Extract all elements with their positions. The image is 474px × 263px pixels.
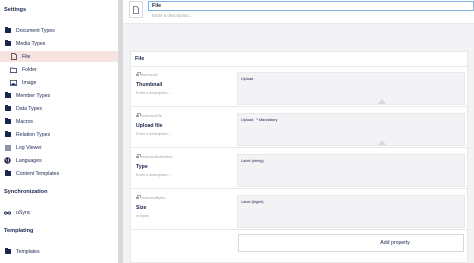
tree-item-label: Macros bbox=[16, 118, 34, 125]
editor-label: Label (bigint) bbox=[241, 199, 264, 204]
globe-icon bbox=[4, 157, 11, 164]
folder-icon bbox=[4, 27, 11, 34]
main-editor: Enter a description... File thumbnail Th… bbox=[123, 0, 474, 263]
lock-icon bbox=[136, 195, 141, 200]
section-title-settings: Settings bbox=[4, 7, 27, 13]
property-name[interactable]: Size bbox=[136, 205, 146, 211]
description-input[interactable]: Enter a description... bbox=[152, 13, 192, 18]
list-icon bbox=[4, 144, 11, 151]
tree-item-document-types[interactable]: Document Types bbox=[0, 25, 118, 36]
tree-item-log-viewer[interactable]: Log Viewer bbox=[0, 142, 118, 153]
folder-icon bbox=[4, 118, 11, 125]
property-description[interactable]: Enter a description... bbox=[136, 173, 171, 177]
property-description[interactable]: in bytes bbox=[136, 214, 149, 218]
tree-item-label: Member Types bbox=[16, 92, 51, 99]
property-group: File thumbnail Thumbnail Enter a descrip… bbox=[130, 51, 469, 263]
tree-item-label: Log Viewer bbox=[16, 144, 42, 151]
folder-icon bbox=[4, 92, 11, 99]
property-alias: umbracoFile bbox=[136, 113, 162, 118]
group-title[interactable]: File bbox=[135, 56, 144, 62]
lock-icon bbox=[136, 113, 141, 118]
tree-item-usync[interactable]: uSync bbox=[0, 207, 118, 218]
property-row[interactable]: umbracoBytes Size in bytes Label (bigint… bbox=[131, 190, 469, 230]
property-name[interactable]: Upload file bbox=[136, 123, 163, 129]
property-row[interactable]: thumbnail Thumbnail Enter a description.… bbox=[131, 67, 469, 107]
tree-item-relation-types[interactable]: Relation Types bbox=[0, 129, 118, 140]
tree-item-label: Image bbox=[22, 79, 37, 86]
mandatory-label: * Mandatory bbox=[256, 117, 278, 122]
icon-picker-button[interactable] bbox=[129, 1, 143, 18]
triangle-icon bbox=[378, 140, 386, 145]
editor-label: Upload bbox=[241, 76, 254, 81]
property-editor-preview[interactable]: Label (string) bbox=[237, 154, 465, 187]
tree-item-label: File bbox=[22, 53, 31, 60]
folder-icon bbox=[4, 40, 11, 47]
tree-item-label: Relation Types bbox=[16, 131, 51, 138]
tree-item-image[interactable]: Image bbox=[0, 77, 118, 88]
property-alias: umbracoExtension bbox=[136, 154, 172, 159]
folder-icon bbox=[10, 66, 17, 73]
tree-item-label: Templates bbox=[16, 248, 40, 255]
infinity-icon bbox=[4, 209, 11, 216]
property-editor-preview[interactable]: Upload bbox=[237, 72, 465, 105]
tree-item-file[interactable]: File bbox=[0, 51, 118, 62]
tree-item-label: Languages bbox=[16, 157, 42, 164]
property-editor-preview[interactable]: Upload * Mandatory bbox=[237, 113, 465, 146]
name-input[interactable] bbox=[148, 1, 474, 11]
folder-icon bbox=[4, 248, 11, 255]
editor-label: Upload * Mandatory bbox=[241, 117, 278, 122]
tree-item-label: Document Types bbox=[16, 27, 55, 34]
folder-icon bbox=[4, 170, 11, 177]
tree-item-macros[interactable]: Macros bbox=[0, 116, 118, 127]
tree-item-member-types[interactable]: Member Types bbox=[0, 90, 118, 101]
tree-item-data-types[interactable]: Data Types bbox=[0, 103, 118, 114]
tree-item-content-templates[interactable]: Content Templates bbox=[0, 168, 118, 179]
document-icon bbox=[10, 53, 17, 60]
image-icon bbox=[10, 79, 17, 86]
property-editor-preview[interactable]: Label (bigint) bbox=[237, 195, 465, 228]
property-alias: umbracoBytes bbox=[136, 195, 165, 200]
property-name[interactable]: Thumbnail bbox=[136, 82, 162, 88]
editor-label: Label (string) bbox=[241, 158, 264, 163]
sidebar: Settings Document Types Media Types File… bbox=[0, 0, 118, 263]
triangle-icon bbox=[378, 99, 386, 104]
tree-item-languages[interactable]: Languages bbox=[0, 155, 118, 166]
property-alias: thumbnail bbox=[136, 72, 157, 77]
property-name[interactable]: Type bbox=[136, 164, 148, 170]
tree-item-media-types[interactable]: Media Types bbox=[0, 38, 118, 49]
tree-item-label: Media Types bbox=[16, 40, 46, 47]
tree-item-folder[interactable]: Folder bbox=[0, 64, 118, 75]
tree-item-label: Content Templates bbox=[16, 170, 60, 177]
section-title-templating: Templating bbox=[4, 228, 34, 234]
tree-item-label: Data Types bbox=[16, 105, 43, 112]
folder-icon bbox=[4, 131, 11, 138]
property-description[interactable]: Enter a description... bbox=[136, 132, 171, 136]
editor-header: Enter a description... bbox=[123, 0, 474, 24]
lock-icon bbox=[136, 72, 141, 77]
property-row[interactable]: umbracoExtension Type Enter a descriptio… bbox=[131, 149, 469, 189]
folder-icon bbox=[4, 105, 11, 112]
tree-item-label: Folder bbox=[22, 66, 37, 73]
property-description[interactable]: Enter a description... bbox=[136, 91, 171, 95]
property-row[interactable]: umbracoFile Upload file Enter a descript… bbox=[131, 108, 469, 148]
tree-item-label: uSync bbox=[16, 209, 31, 216]
document-icon bbox=[133, 5, 139, 14]
tree-item-templates[interactable]: Templates bbox=[0, 246, 118, 257]
add-property-button[interactable]: Add property bbox=[238, 234, 464, 252]
lock-icon bbox=[136, 154, 141, 159]
section-title-synchronization: Synchronization bbox=[4, 189, 48, 195]
